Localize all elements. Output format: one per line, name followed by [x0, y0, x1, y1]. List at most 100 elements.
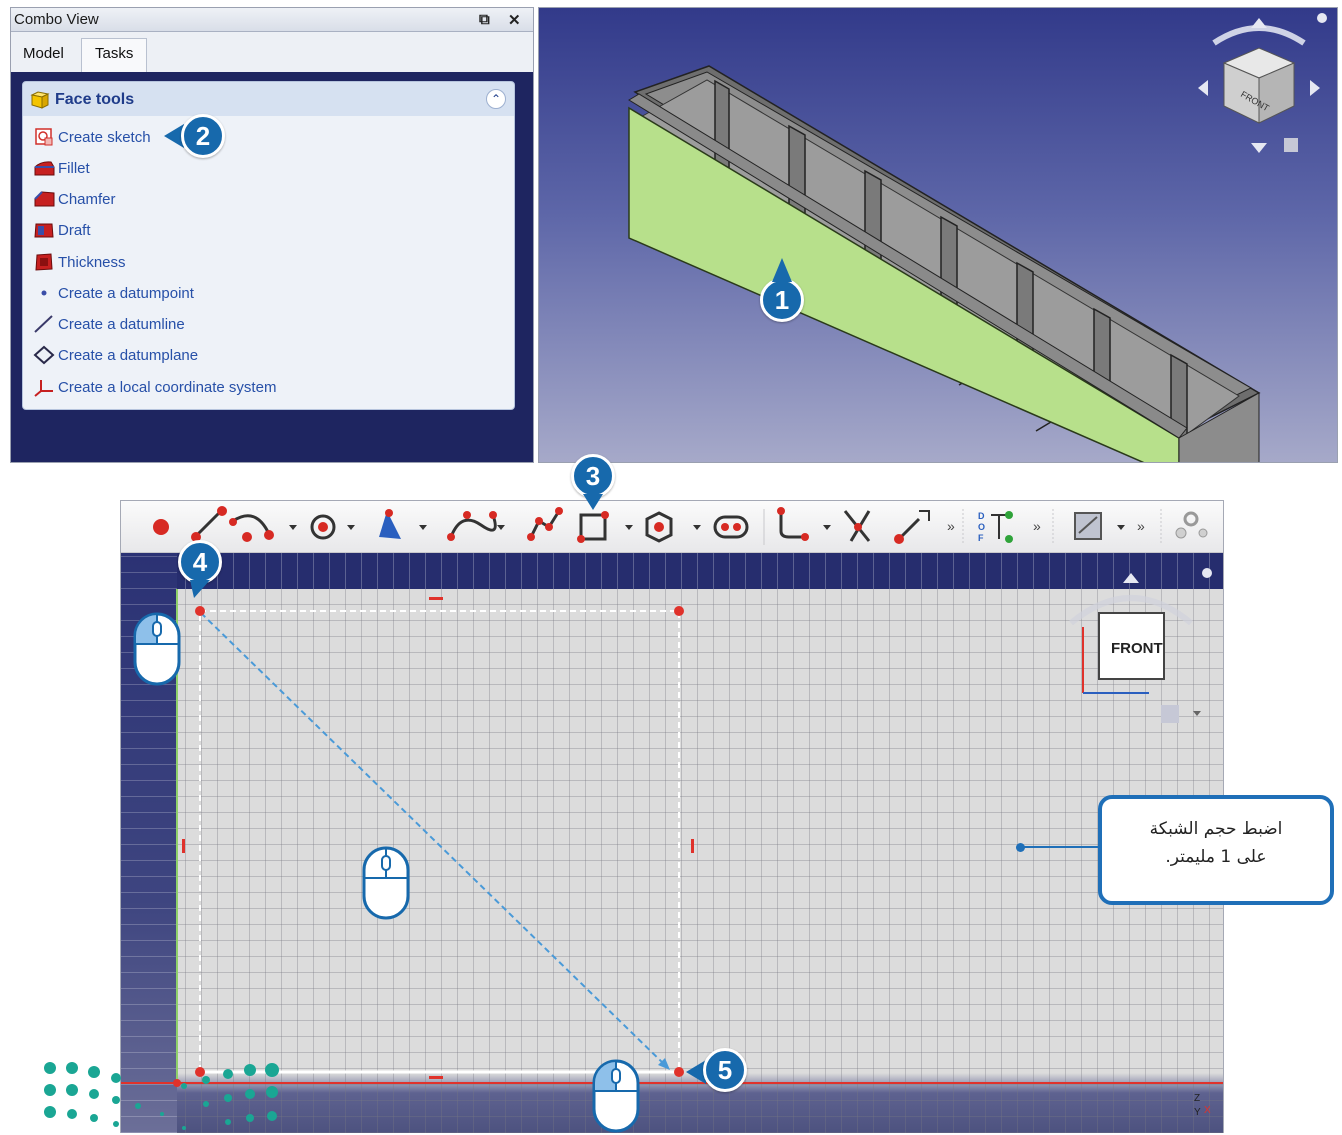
step-badge-1: 1 [760, 278, 804, 322]
coordinate-system-icon [33, 377, 55, 397]
svg-text:O: O [978, 522, 985, 532]
bspline-dropdown-icon[interactable] [497, 525, 505, 530]
external-geometry-dropdown-icon[interactable] [1117, 525, 1125, 530]
axis-indicator: Z Y X [1194, 1093, 1211, 1118]
more-constraints-icon[interactable]: » [1033, 518, 1041, 534]
tasks-area: Face tools ⌃ Create sketch Fillet Chamfe… [11, 72, 533, 462]
collapse-icon[interactable]: ⌃ [486, 89, 506, 109]
draft-icon [33, 220, 55, 240]
svg-text:F: F [978, 533, 984, 543]
svg-text:»: » [1033, 518, 1041, 534]
more-geometry-icon[interactable]: » [1137, 518, 1145, 534]
step-badge-3: 3 [571, 454, 615, 498]
local-coordinate-system-item[interactable]: Create a local coordinate system [33, 375, 276, 399]
3d-model-box: FRONT [628, 13, 1327, 462]
callout-line-2: على 1 مليمتر. [1165, 847, 1267, 867]
mouse-left-click-icon [133, 612, 181, 686]
bspline-tool-icon[interactable] [447, 511, 497, 541]
navigation-cube[interactable]: FRONT [1198, 13, 1327, 153]
datumpoint-label: Create a datumpoint [58, 284, 194, 302]
front-navigation-cube[interactable]: FRONT [1069, 568, 1212, 723]
step-badge-4: 4 [178, 540, 222, 584]
create-sketch-item[interactable]: Create sketch [33, 125, 151, 149]
3d-view[interactable]: FRONT [538, 7, 1338, 463]
local-coordinate-system-label: Create a local coordinate system [58, 378, 277, 396]
rectangle-corner-points [173, 606, 684, 1087]
tab-tasks[interactable]: Tasks [81, 38, 148, 72]
external-geometry-icon[interactable] [1074, 512, 1102, 540]
datumplane-label: Create a datumplane [58, 346, 199, 364]
trim-tool-icon[interactable] [843, 510, 871, 542]
arc-tool-icon[interactable] [229, 514, 274, 542]
conic-tool-icon[interactable] [379, 509, 401, 539]
more-tools-icon[interactable]: » [947, 518, 955, 534]
face-tools-title: Face tools [55, 91, 135, 108]
conic-dropdown-icon[interactable] [419, 525, 427, 530]
extend-tool-icon[interactable] [894, 510, 930, 544]
fillet-sketch-dropdown-icon[interactable] [823, 525, 831, 530]
thickness-item[interactable]: Thickness [33, 250, 126, 274]
fillet-item[interactable]: Fillet [33, 156, 90, 180]
svg-text:D: D [978, 511, 985, 521]
sketcher-window: » DOF » » FRONT Z Y X [120, 500, 1224, 1133]
fillet-label: Fillet [58, 159, 90, 177]
step-badge-5: 5 [703, 1048, 747, 1092]
dof-constraint-icon[interactable]: DOF [978, 511, 1013, 543]
rectangle-dropdown-icon[interactable] [625, 525, 633, 530]
polygon-tool-icon[interactable] [645, 511, 673, 543]
slot-tool-icon[interactable] [713, 515, 749, 539]
mouse-move-icon [362, 846, 410, 920]
thickness-icon [33, 252, 55, 272]
polyline-tool-icon[interactable] [527, 507, 563, 541]
badge-3-pointer [583, 494, 603, 510]
datumpoint-item[interactable]: Create a datumpoint [33, 281, 194, 305]
sketch-icon [33, 127, 55, 147]
fillet-sketch-tool-icon[interactable] [777, 507, 809, 541]
arc-dropdown-icon[interactable] [289, 525, 297, 530]
datumline-icon [33, 314, 55, 334]
sketch-rectangle [199, 610, 680, 1073]
svg-text:»: » [947, 518, 955, 534]
sketcher-settings-icon[interactable] [1175, 511, 1208, 539]
ministry-logo-dots [44, 1062, 279, 1130]
svg-text:X: X [1204, 1105, 1211, 1116]
line-tool-icon[interactable] [191, 506, 227, 542]
grid-size-callout: اضبط حجم الشبكة على 1 مليمتر. [1098, 795, 1334, 905]
drag-guide-line [200, 612, 667, 1067]
point-tool-icon[interactable] [153, 519, 169, 535]
chamfer-item[interactable]: Chamfer [33, 187, 116, 211]
combo-view-titlebar: Combo View ⧉ ✕ [11, 8, 533, 32]
draft-label: Draft [58, 221, 91, 239]
chamfer-icon [33, 189, 55, 209]
float-icon[interactable]: ⧉ [479, 11, 490, 28]
chamfer-label: Chamfer [58, 190, 116, 208]
fillet-icon [33, 158, 55, 178]
circle-dropdown-icon[interactable] [347, 525, 355, 530]
datumline-item[interactable]: Create a datumline [33, 312, 185, 336]
close-icon[interactable]: ✕ [508, 11, 521, 29]
sketch-grid-canvas[interactable]: FRONT Z Y X [121, 553, 1223, 1133]
create-sketch-label: Create sketch [58, 128, 151, 146]
circle-tool-icon[interactable] [310, 514, 336, 540]
svg-text:Z: Z [1194, 1093, 1200, 1104]
badge-4-pointer [190, 580, 210, 598]
draft-item[interactable]: Draft [33, 218, 91, 242]
polygon-dropdown-icon[interactable] [693, 525, 701, 530]
thickness-label: Thickness [58, 253, 126, 271]
datumplane-item[interactable]: Create a datumplane [33, 343, 198, 367]
datumpoint-icon [33, 283, 55, 303]
callout-line-1: اضبط حجم الشبكة [1149, 819, 1283, 839]
face-tools-panel: Face tools ⌃ Create sketch Fillet Chamfe… [22, 81, 515, 410]
sketcher-toolbar: » DOF » » [121, 501, 1223, 553]
svg-text:»: » [1137, 518, 1145, 534]
datumplane-icon [33, 345, 55, 365]
step-badge-2: 2 [181, 114, 225, 158]
mouse-release-click-icon [592, 1059, 640, 1133]
combo-view-title: Combo View [14, 11, 99, 28]
cube-icon [29, 90, 51, 110]
rectangle-tool-icon[interactable] [577, 511, 609, 543]
tab-model[interactable]: Model [13, 41, 74, 66]
face-tools-header[interactable]: Face tools [29, 88, 134, 112]
badge-1-pointer [772, 258, 792, 282]
callout-connector [1020, 846, 1100, 848]
